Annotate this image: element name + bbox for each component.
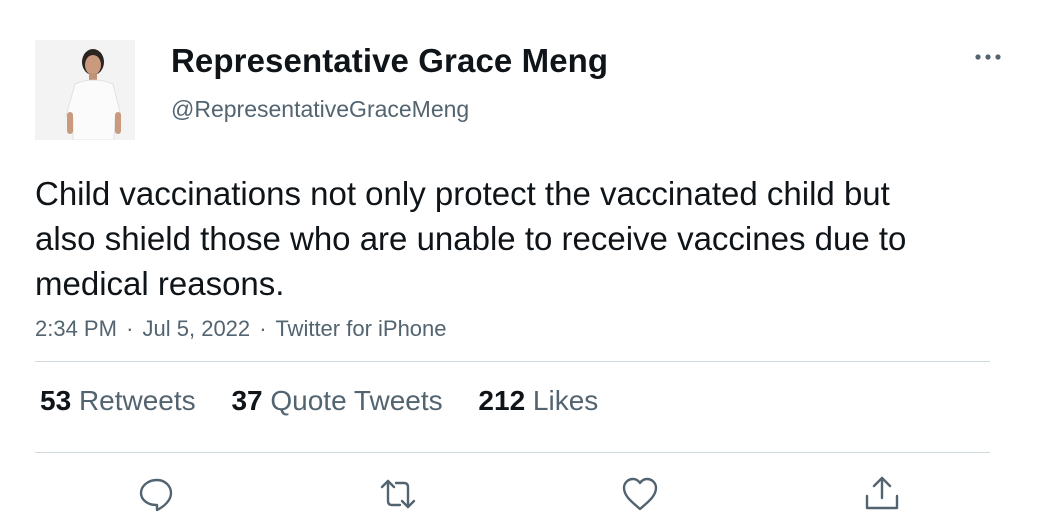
divider	[35, 452, 990, 453]
likes-stat[interactable]: 212 Likes	[478, 385, 598, 417]
tweet-card: Representative Grace Meng @Representativ…	[0, 0, 1050, 525]
share-button[interactable]	[862, 474, 902, 514]
tweet-text: Child vaccinations not only protect the …	[35, 175, 907, 302]
reply-button[interactable]	[136, 474, 176, 514]
share-icon	[862, 474, 902, 514]
retweets-stat[interactable]: 53 Retweets	[40, 385, 196, 417]
more-icon	[968, 42, 1008, 72]
quotes-label: Quote Tweets	[270, 385, 443, 416]
retweets-count: 53	[40, 385, 72, 416]
retweet-icon	[378, 474, 418, 514]
meta-separator: ·	[259, 316, 267, 341]
like-button[interactable]	[620, 474, 660, 514]
reply-icon	[136, 474, 176, 514]
tweet-stats: 53 Retweets 37 Quote Tweets 212 Likes	[40, 385, 626, 417]
more-options-button[interactable]	[968, 42, 1008, 72]
likes-count: 212	[478, 385, 526, 416]
avatar[interactable]	[35, 40, 135, 140]
retweet-button[interactable]	[378, 474, 418, 514]
author-name[interactable]: Representative Grace Meng	[171, 42, 608, 80]
tweet-meta: 2:34 PM · Jul 5, 2022 · Twitter for iPho…	[35, 316, 447, 342]
meta-separator: ·	[126, 316, 134, 341]
author-handle[interactable]: @RepresentativeGraceMeng	[171, 96, 469, 123]
tweet-time[interactable]: 2:34 PM	[35, 316, 117, 341]
retweets-label: Retweets	[78, 385, 196, 416]
tweet-date[interactable]: Jul 5, 2022	[143, 316, 251, 341]
tweet-source[interactable]: Twitter for iPhone	[275, 316, 446, 341]
likes-label: Likes	[532, 385, 599, 416]
heart-icon	[620, 474, 660, 514]
quotes-count: 37	[231, 385, 263, 416]
quotes-stat[interactable]: 37 Quote Tweets	[231, 385, 442, 417]
divider	[35, 361, 990, 362]
